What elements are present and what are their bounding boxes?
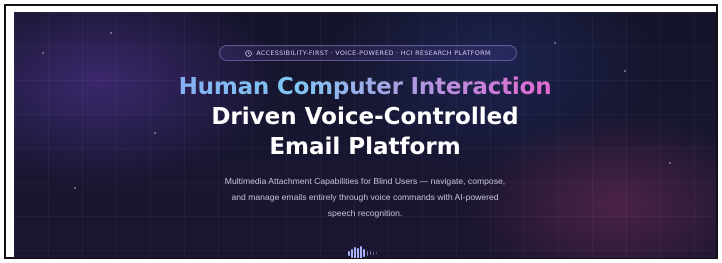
hero-description-line: and manage emails entirely through voice… [231, 192, 499, 202]
waveform-bar [372, 251, 375, 255]
waveform-bar [354, 246, 356, 258]
waveform-bar [363, 249, 366, 257]
hero-description-line: Multimedia Attachment Capabilities for B… [224, 176, 506, 186]
clock-icon [245, 49, 253, 57]
hero-title-line-1: Human Computer Interaction [14, 74, 716, 100]
waveform-bar [375, 252, 378, 254]
badge-text: ACCESSIBILITY-FIRST · VOICE-POWERED · HC… [256, 49, 491, 57]
screenshot-frame: ACCESSIBILITY-FIRST · VOICE-POWERED · HC… [4, 4, 718, 259]
hero-title-line-2: Driven Voice-Controlled [211, 104, 519, 130]
star-dot [669, 162, 671, 164]
star-dot [624, 70, 626, 72]
star-dot [42, 52, 44, 54]
audio-waveform-icon [348, 246, 388, 258]
waveform-bar [351, 248, 353, 258]
hero-description-line: speech recognition. [327, 208, 403, 218]
star-dot [74, 187, 76, 189]
waveform-bar [369, 251, 372, 255]
hero-title-line-3: Email Platform [269, 134, 461, 160]
hero-description: Multimedia Attachment Capabilities for B… [164, 173, 566, 221]
feature-badge: ACCESSIBILITY-FIRST · VOICE-POWERED · HC… [219, 45, 517, 61]
star-dot [554, 42, 556, 44]
star-dot [110, 32, 112, 34]
waveform-bar [360, 246, 362, 258]
waveform-bar [366, 250, 369, 256]
hero-section: ACCESSIBILITY-FIRST · VOICE-POWERED · HC… [14, 12, 716, 258]
waveform-bar [357, 247, 359, 258]
waveform-bar [348, 250, 350, 256]
